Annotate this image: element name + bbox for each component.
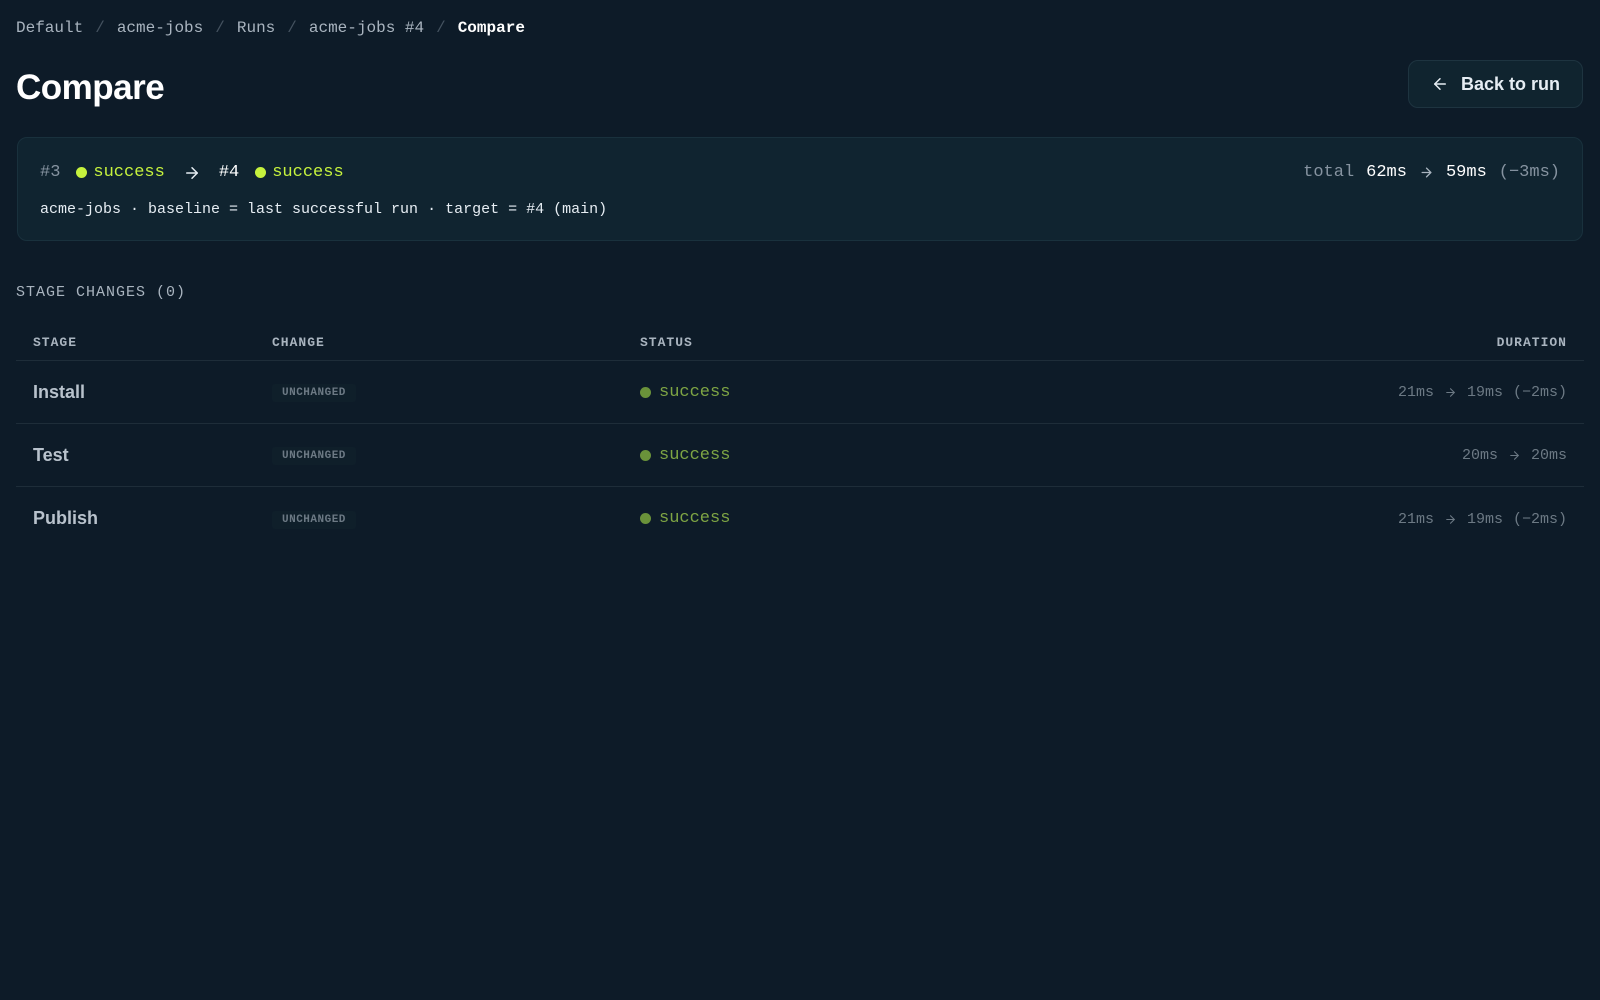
duration-before: 20ms [1461,447,1498,464]
total-label: total [1303,163,1355,182]
change-badge: UNCHANGED [272,447,356,465]
compare-summary-card: #3 success #4 success total 62ms 59ms (−… [17,137,1583,241]
status-dot-icon [640,449,651,461]
stage-status: success [640,509,1040,528]
arrow-right-icon [183,164,201,182]
breadcrumb-separator: / [287,19,297,37]
stage-duration: 21ms 19ms (−2ms) [1398,384,1567,401]
duration-after: 19ms [1466,384,1503,401]
total-before: 62ms [1366,163,1407,182]
change-badge: UNCHANGED [272,384,356,402]
compare-page: Default / acme-jobs / Runs / acme-jobs #… [0,0,1600,1000]
arrow-right-icon [1419,165,1434,180]
duration-before: 21ms [1397,510,1434,528]
breadcrumb-separator: / [95,19,105,37]
stage-status: success [640,446,1040,465]
stage-changes-heading: STAGE CHANGES (0) [16,284,187,301]
stage-status-label: success [659,382,731,402]
status-dot-icon [255,167,267,178]
arrow-right-icon [1508,449,1521,462]
column-header-status: STATUS [640,334,693,350]
column-header-duration: DURATION [1496,334,1567,350]
status-dot-icon [76,167,88,178]
target-run-status: success [272,163,344,182]
column-header-change: CHANGE [272,334,325,350]
breadcrumb-separator: / [436,19,446,37]
duration-after: 19ms [1466,510,1503,528]
table-header: STAGE CHANGE STATUS DURATION [16,324,1584,361]
arrow-right-icon [1444,386,1457,399]
status-dot-icon [640,513,651,524]
breadcrumb-item-current: Compare [457,19,525,37]
duration-delta: (−2ms) [1512,384,1567,401]
stage-name: Publish [33,508,99,528]
stage-name: Test [33,444,69,465]
back-to-run-button[interactable]: Back to run [1408,60,1583,108]
total-after: 59ms [1445,163,1487,182]
status-dot-icon [640,386,651,398]
stage-status: success [640,383,1040,402]
duration-after: 20ms [1530,447,1567,464]
breadcrumb-item-runs[interactable]: Runs [237,19,275,37]
column-header-stage: STAGE [33,334,78,350]
total-duration: total 62ms 59ms (−3ms) [1303,163,1560,182]
breadcrumb-item-run[interactable]: acme-jobs #4 [309,19,424,37]
summary-meta: acme-jobs · baseline = last successful r… [40,201,608,218]
breadcrumb-item-default[interactable]: Default [16,19,83,37]
summary-header: #3 success #4 success total 62ms 59ms (−… [40,163,1560,182]
stage-changes-table: STAGE CHANGE STATUS DURATION Install UNC… [16,324,1584,550]
table-row[interactable]: Install UNCHANGED success 21ms 19ms (−2m… [16,361,1584,424]
breadcrumb-item-project[interactable]: acme-jobs [117,19,203,37]
table-row[interactable]: Test UNCHANGED success 20ms 20ms [16,424,1584,487]
stage-name: Install [33,381,86,402]
back-to-run-label: Back to run [1460,73,1561,94]
stage-duration: 21ms 19ms (−2ms) [1398,511,1567,528]
stage-duration: 20ms 20ms [1462,447,1567,464]
base-run-status: success [93,163,165,182]
page-title: Compare [16,68,165,107]
duration-before: 21ms [1397,384,1434,401]
run-comparison: #3 success #4 success [40,163,344,182]
arrow-right-icon [1444,513,1457,526]
duration-delta: (−2ms) [1512,510,1567,528]
stage-status-label: success [659,445,731,465]
base-run-id[interactable]: #3 [40,163,60,182]
breadcrumb: Default / acme-jobs / Runs / acme-jobs #… [16,19,525,37]
target-run-id[interactable]: #4 [219,163,239,182]
arrow-left-icon [1431,75,1449,93]
table-row[interactable]: Publish UNCHANGED success 21ms 19ms (−2m… [16,487,1584,550]
breadcrumb-separator: / [215,19,225,37]
stage-status-label: success [659,509,731,528]
total-delta: (−3ms) [1498,163,1560,182]
change-badge: UNCHANGED [272,510,356,529]
